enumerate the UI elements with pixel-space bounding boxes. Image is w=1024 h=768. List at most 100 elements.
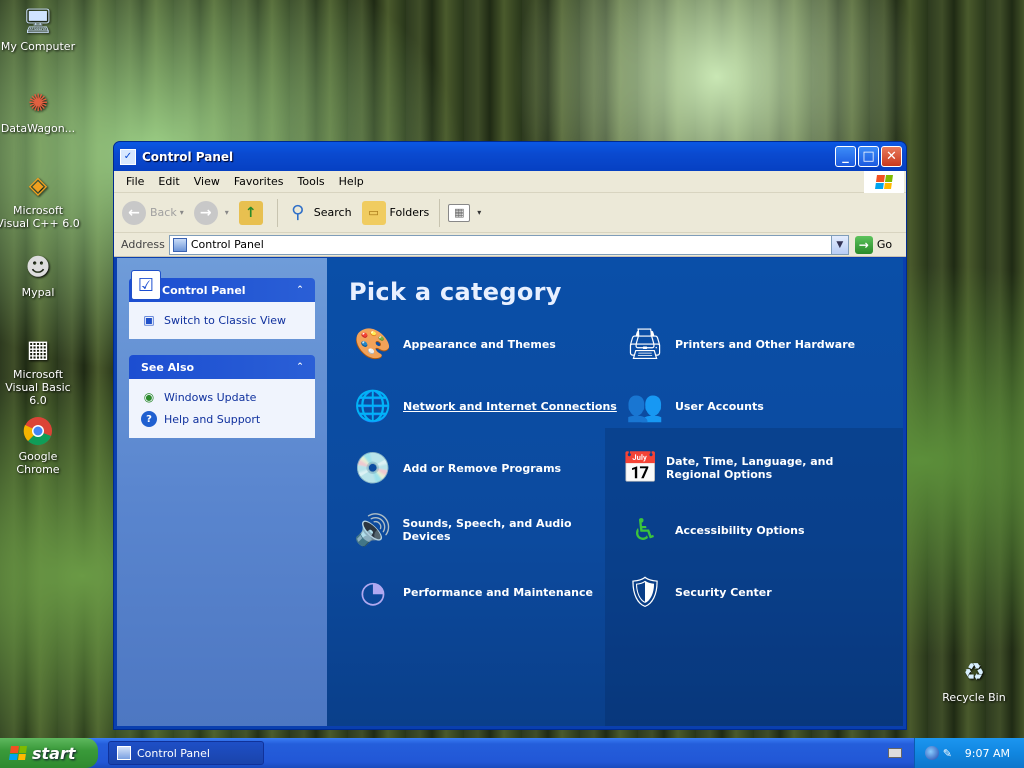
network-tray-icon[interactable] — [924, 746, 939, 760]
go-label: Go — [876, 238, 893, 251]
desktop-icon-label: My Computer — [0, 40, 76, 53]
forward-dropdown-icon[interactable]: ▾ — [225, 208, 229, 217]
views-dropdown-icon[interactable]: ▾ — [477, 208, 481, 217]
link-label: Switch to Classic View — [164, 313, 287, 327]
minimize-button[interactable]: _ — [835, 146, 856, 167]
toolbar-separator — [439, 198, 441, 227]
menu-help[interactable]: Help — [332, 175, 371, 188]
link-label: Windows Update — [164, 390, 257, 404]
collapse-chevron-icon[interactable]: ⌃ — [293, 283, 307, 297]
panel-see-also: See Also ⌃ ◉ Windows Update ? Help and S… — [129, 355, 315, 438]
category-performance-maintenance[interactable]: ◔ Performance and Maintenance — [349, 568, 621, 616]
menu-tools[interactable]: Tools — [291, 175, 332, 188]
panel-control-panel: ☑ Control Panel ⌃ ▣ Switch to Classic Vi… — [129, 270, 315, 339]
category-label: Printers and Other Hardware — [675, 337, 856, 351]
close-button[interactable]: ✕ — [881, 146, 902, 167]
back-label: Back — [150, 206, 177, 219]
back-dropdown-icon[interactable]: ▾ — [180, 208, 184, 217]
classic-view-icon: ▣ — [143, 313, 155, 327]
date-time-icon: 📅 — [621, 450, 660, 486]
sounds-icon: 🔊 — [354, 512, 392, 548]
windows-logo-icon — [864, 171, 904, 193]
panel-header-control-panel[interactable]: ☑ Control Panel ⌃ — [129, 270, 315, 302]
category-date-time-language[interactable]: 📅 Date, Time, Language, and Regional Opt… — [621, 444, 881, 492]
computer-icon: 🖥 — [22, 7, 54, 35]
system-tray: ✎ 9:07 AM — [914, 738, 1024, 768]
task-pane: ☑ Control Panel ⌃ ▣ Switch to Classic Vi… — [117, 258, 327, 726]
start-button[interactable]: start — [0, 738, 98, 768]
category-appearance-themes[interactable]: 🎨 Appearance and Themes — [349, 320, 621, 368]
menu-edit[interactable]: Edit — [151, 175, 186, 188]
windows-update-link[interactable]: ◉ Windows Update — [141, 386, 305, 408]
collapse-chevron-icon[interactable]: ⌃ — [293, 360, 307, 374]
menu-file[interactable]: File — [119, 175, 151, 188]
category-printers-hardware[interactable]: 🖨 Printers and Other Hardware — [621, 320, 881, 368]
category-user-accounts[interactable]: 👥 User Accounts — [621, 382, 881, 430]
go-button[interactable]: → Go — [854, 235, 893, 254]
desktop-icon-visual-basic[interactable]: ▦ Microsoft Visual Basic 6.0 — [0, 332, 80, 407]
menu-bar: File Edit View Favorites Tools Help — [114, 171, 906, 193]
menu-favorites[interactable]: Favorites — [227, 175, 291, 188]
category-label: Date, Time, Language, and Regional Optio… — [666, 455, 834, 481]
switch-classic-view-link[interactable]: ▣ Switch to Classic View — [141, 309, 305, 331]
category-add-remove-programs[interactable]: 💿 Add or Remove Programs — [349, 444, 621, 492]
folders-button[interactable]: ▭ Folders — [361, 200, 429, 225]
desktop-icon-datawagon[interactable]: ✺ DataWagon... — [0, 86, 80, 135]
clock[interactable]: 9:07 AM — [965, 747, 1010, 760]
forward-button[interactable]: → ▾ — [193, 200, 229, 225]
panel-header-see-also[interactable]: See Also ⌃ — [129, 355, 315, 379]
desktop-icon-label: Microsoft Visual Basic 6.0 — [5, 368, 71, 407]
category-sounds-speech-audio[interactable]: 🔊 Sounds, Speech, and Audio Devices — [349, 506, 621, 554]
up-folder-icon: ↑ — [238, 200, 263, 225]
user-accounts-icon: 👥 — [626, 388, 664, 424]
desktop-icon-recycle-bin[interactable]: ♻ Recycle Bin — [932, 655, 1016, 704]
desktop-icon-label: Microsoft Visual C++ 6.0 — [0, 204, 80, 230]
shortcut-icon: ✺ — [27, 89, 49, 117]
performance-icon: ◔ — [359, 574, 387, 610]
panel-body: ▣ Switch to Classic View — [129, 302, 315, 339]
keyboard-icon[interactable] — [888, 748, 902, 758]
desktop-icon-label: Mypal — [21, 286, 55, 299]
start-label: start — [32, 743, 76, 763]
category-pane: Pick a category 🎨 Appearance and Themes … — [327, 258, 903, 726]
control-panel-icon: ✓ — [120, 148, 136, 165]
security-shield-icon: 🛡 — [625, 574, 665, 610]
address-value: Control Panel — [190, 238, 264, 251]
up-button[interactable]: ↑ — [238, 200, 267, 225]
mypal-icon: ☻ — [25, 253, 51, 281]
back-button[interactable]: ← Back ▾ — [122, 200, 184, 225]
toolbar-separator — [276, 198, 278, 227]
address-dropdown-icon[interactable]: ▼ — [830, 235, 848, 254]
desktop-icon-mypal[interactable]: ☻ Mypal — [0, 250, 80, 299]
category-label: Sounds, Speech, and Audio Devices — [402, 517, 572, 543]
category-label: User Accounts — [675, 399, 764, 413]
category-label: Accessibility Options — [675, 523, 805, 537]
taskbar-button-control-panel[interactable]: Control Panel — [108, 741, 264, 765]
desktop-icon-label: Recycle Bin — [942, 691, 1006, 704]
search-button[interactable]: ⚲ Search — [286, 201, 352, 225]
search-label: Search — [313, 206, 352, 219]
category-label: Appearance and Themes — [403, 337, 556, 351]
category-accessibility[interactable]: ♿ Accessibility Options — [621, 506, 881, 554]
category-label: Add or Remove Programs — [403, 461, 562, 475]
security-alert-icon[interactable]: ✎ — [943, 747, 955, 760]
desktop-icon-my-computer[interactable]: 🖥 My Computer — [0, 4, 80, 53]
search-icon: ⚲ — [291, 202, 305, 223]
control-panel-icon — [117, 746, 131, 760]
back-arrow-icon: ← — [122, 200, 146, 225]
help-support-link[interactable]: ? Help and Support — [141, 408, 305, 430]
title-bar[interactable]: ✓ Control Panel _ □ ✕ — [114, 142, 906, 171]
chrome-icon — [21, 414, 55, 448]
address-input[interactable]: Control Panel ▼ — [168, 234, 849, 255]
accessibility-icon: ♿ — [631, 512, 659, 548]
desktop-icon-label: DataWagon... — [0, 122, 76, 135]
desktop-icon-google-chrome[interactable]: Google Chrome — [0, 414, 80, 476]
maximize-button[interactable]: □ — [858, 146, 879, 167]
windows-update-icon: ◉ — [143, 390, 155, 404]
desktop-icon-visual-cpp[interactable]: ◈ Microsoft Visual C++ 6.0 — [0, 168, 80, 230]
menu-view[interactable]: View — [187, 175, 227, 188]
category-security-center[interactable]: 🛡 Security Center — [621, 568, 881, 616]
views-button[interactable]: ▦ ▾ — [448, 203, 481, 222]
category-network-internet[interactable]: 🌐 Network and Internet Connections — [349, 382, 621, 430]
control-panel-window: ✓ Control Panel _ □ ✕ File Edit View Fav… — [113, 141, 907, 730]
